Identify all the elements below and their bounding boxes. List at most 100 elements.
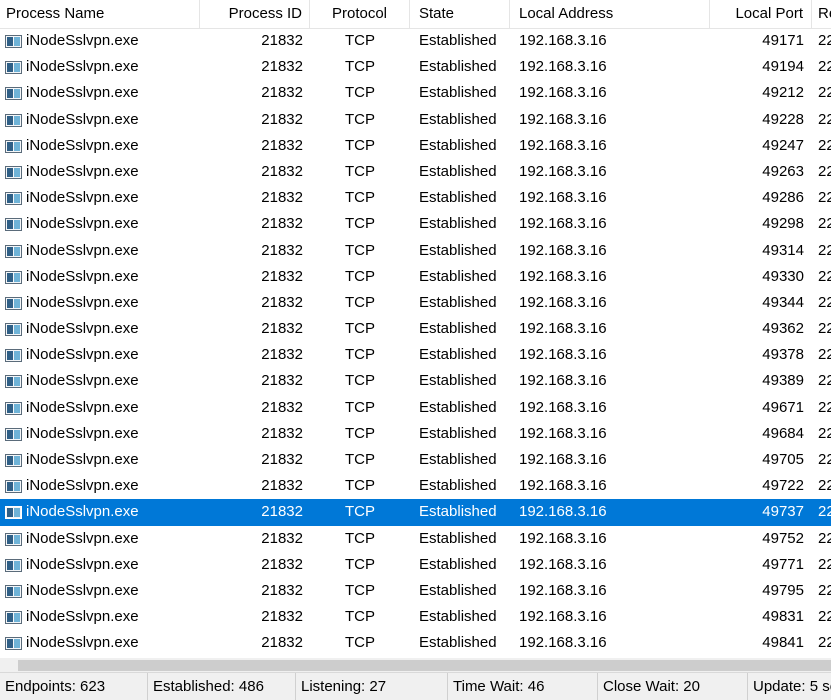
table-row[interactable]: iNodeSslvpn.exe 21832 TCP Established 192.16… [0,447,831,473]
cell-protocol: TCP [345,529,375,547]
process-window-icon [5,270,22,284]
table-row[interactable]: iNodeSslvpn.exe 21832 TCP Established 192.16… [0,211,831,237]
table-row[interactable]: iNodeSslvpn.exe 21832 TCP Established 192.16… [0,473,831,499]
cell-local-port: 49684 [762,424,804,442]
table-row[interactable]: iNodeSslvpn.exe 21832 TCP Established 192.16… [0,28,831,54]
cell-remote: 22 [818,477,831,495]
cell-local-address: 192.168.3.16 [519,267,607,285]
cell-process-id: 21832 [261,529,303,547]
table-row[interactable]: iNodeSslvpn.exe 21832 TCP Established 192.16… [0,54,831,80]
table-row[interactable]: iNodeSslvpn.exe 21832 TCP Established 192.16… [0,342,831,368]
table-row[interactable]: iNodeSslvpn.exe 21832 TCP Established 192.16… [0,552,831,578]
process-window-icon [5,611,22,625]
table-row[interactable]: iNodeSslvpn.exe 21832 TCP Established 192.16… [0,395,831,421]
table-row[interactable]: iNodeSslvpn.exe 21832 TCP Established 192.16… [0,238,831,264]
cell-local-address: 192.168.3.16 [519,346,607,364]
cell-protocol: TCP [345,58,375,76]
status-endpoints: Endpoints: 623 [0,673,148,700]
table-row[interactable]: iNodeSslvpn.exe 21832 TCP Established 192.16… [0,499,831,526]
table-row[interactable]: iNodeSslvpn.exe 21832 TCP Established 192.16… [0,316,831,342]
cell-protocol: TCP [345,424,375,442]
table-row[interactable]: iNodeSslvpn.exe 21832 TCP Established 192.16… [0,578,831,604]
status-close-wait: Close Wait: 20 [598,673,748,700]
cell-process-id: 21832 [261,372,303,390]
cell-remote: 22 [818,189,831,207]
cell-local-address: 192.168.3.16 [519,293,607,311]
column-header-state[interactable]: State [410,0,510,28]
table-row[interactable]: iNodeSslvpn.exe 21832 TCP Established 192.16… [0,604,831,630]
cell-process-id: 21832 [261,162,303,180]
table-row[interactable]: iNodeSslvpn.exe 21832 TCP Established 192.16… [0,159,831,185]
cell-state: Established [419,110,497,128]
table-row[interactable]: iNodeSslvpn.exe 21832 TCP Established 192.16… [0,290,831,316]
column-header-local-address[interactable]: Local Address [510,0,710,28]
cell-state: Established [419,84,497,102]
horizontal-scrollbar-thumb[interactable] [18,660,831,671]
table-row[interactable]: iNodeSslvpn.exe 21832 TCP Established 192.16… [0,630,831,656]
table-row[interactable]: iNodeSslvpn.exe 21832 TCP Established 192.16… [0,264,831,290]
cell-local-address: 192.168.3.16 [519,241,607,259]
cell-local-address: 192.168.3.16 [519,608,607,626]
process-window-icon [5,165,22,179]
table-row[interactable]: iNodeSslvpn.exe 21832 TCP Established 192.16… [0,526,831,552]
process-window-icon [5,218,22,232]
cell-local-address: 192.168.3.16 [519,32,607,49]
cell-protocol: TCP [345,84,375,102]
table-row[interactable]: iNodeSslvpn.exe 21832 TCP Established 192.16… [0,80,831,106]
table-row[interactable]: iNodeSslvpn.exe 21832 TCP Established 192.16… [0,133,831,159]
cell-process-name: iNodeSslvpn.exe [26,581,139,599]
cell-state: Established [419,32,497,49]
cell-process-name: iNodeSslvpn.exe [26,215,139,233]
cell-process-name: iNodeSslvpn.exe [26,477,139,495]
cell-protocol: TCP [345,398,375,416]
cell-local-port: 49171 [762,32,804,49]
table-row[interactable]: iNodeSslvpn.exe 21832 TCP Established 192.16… [0,107,831,133]
process-window-icon [5,244,22,258]
cell-local-port: 49212 [762,84,804,102]
process-window-icon [5,87,22,101]
cell-remote: 22 [818,398,831,416]
column-header-protocol[interactable]: Protocol [310,0,410,28]
cell-state: Established [419,58,497,76]
cell-local-port: 49362 [762,320,804,338]
cell-local-port: 49671 [762,398,804,416]
cell-local-address: 192.168.3.16 [519,581,607,599]
cell-state: Established [419,346,497,364]
horizontal-scrollbar[interactable] [0,658,831,672]
cell-local-port: 49378 [762,346,804,364]
cell-state: Established [419,634,497,652]
cell-remote: 22 [818,555,831,573]
cell-protocol: TCP [345,267,375,285]
cell-state: Established [419,293,497,311]
cell-process-id: 21832 [261,608,303,626]
column-header-process-name[interactable]: Process Name [0,0,200,28]
cell-process-name: iNodeSslvpn.exe [26,136,139,154]
process-window-icon [5,296,22,310]
status-update: Update: 5 se [753,678,831,695]
cell-local-address: 192.168.3.16 [519,110,607,128]
cell-process-id: 21832 [261,451,303,468]
cell-local-port: 49194 [762,58,804,76]
connection-list[interactable]: iNodeSslvpn.exe 21832 TCP Established 192.16… [0,28,831,658]
cell-local-port: 49722 [762,477,804,495]
cell-process-name: iNodeSslvpn.exe [26,84,139,102]
table-row[interactable]: iNodeSslvpn.exe 21832 TCP Established 192.16… [0,185,831,211]
cell-protocol: TCP [345,293,375,311]
cell-process-name: iNodeSslvpn.exe [26,110,139,128]
cell-local-port: 49795 [762,581,804,599]
process-window-icon [5,139,22,153]
cell-protocol: TCP [345,110,375,128]
column-header-process-id[interactable]: Process ID [200,0,310,28]
cell-protocol: TCP [345,608,375,626]
cell-process-id: 21832 [261,634,303,652]
column-header-remote[interactable]: Re [812,0,831,28]
table-row[interactable]: iNodeSslvpn.exe 21832 TCP Established 192.16… [0,421,831,447]
cell-local-address: 192.168.3.16 [519,162,607,180]
column-header-local-port[interactable]: ⌃ Local Port [710,0,812,28]
cell-remote: 22 [818,293,831,311]
cell-remote: 22 [818,241,831,259]
cell-state: Established [419,372,497,390]
table-row[interactable]: iNodeSslvpn.exe 21832 TCP Established 192.16… [0,368,831,394]
cell-remote: 22 [818,581,831,599]
cell-state: Established [419,451,497,468]
